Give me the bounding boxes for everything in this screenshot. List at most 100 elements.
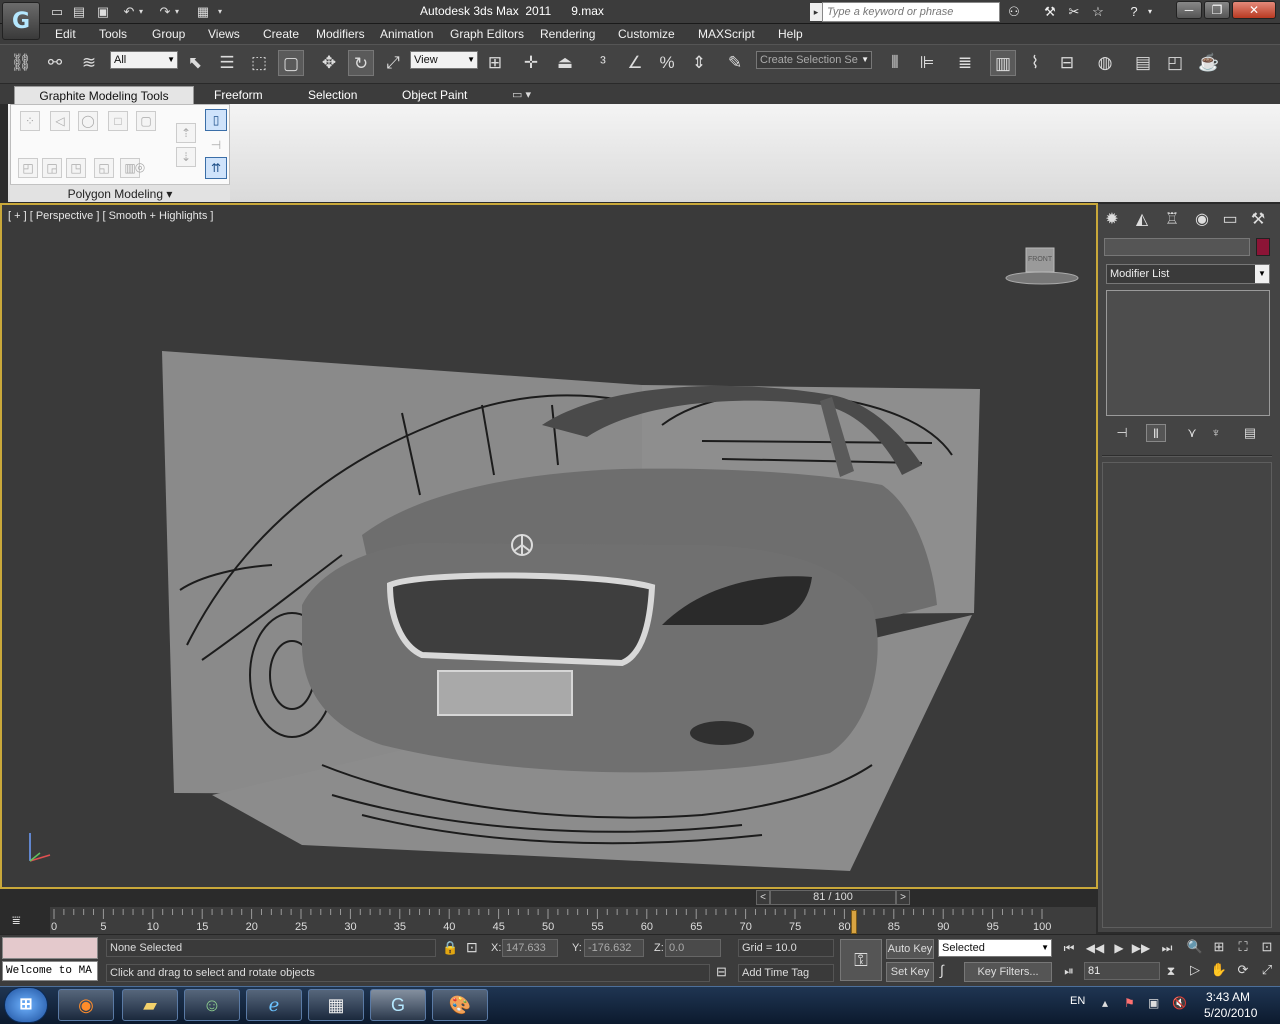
menu-rendering[interactable]: Rendering (540, 27, 595, 41)
undo-dropdown-icon[interactable]: ▾ (136, 3, 146, 21)
utilities-panel-icon[interactable]: ⚒ (1246, 209, 1270, 231)
menu-tools[interactable]: Tools (99, 27, 127, 41)
select-and-link-icon[interactable]: ⛓ (8, 50, 34, 76)
motion-panel-icon[interactable]: ◉ (1190, 209, 1214, 231)
remove-modifier-icon[interactable]: ♆ (1206, 424, 1226, 442)
object-name-field[interactable] (1104, 238, 1250, 256)
vertex-subobject-icon[interactable]: ⁘ (20, 111, 40, 131)
help-dropdown-icon[interactable]: ▾ (1144, 3, 1156, 21)
new-file-icon[interactable]: ▭ (48, 3, 66, 21)
pin-stack-icon[interactable]: ⊣ (206, 135, 226, 155)
pan-view-icon[interactable]: ✋ (1208, 960, 1230, 980)
show-hidden-icons-icon[interactable]: ▴ (1102, 996, 1108, 1010)
collapse-stack-icon[interactable]: ◰ (18, 158, 38, 178)
network-icon[interactable]: ▣ (1148, 996, 1159, 1010)
3dsmax-taskbar-icon[interactable]: G (370, 989, 426, 1021)
start-button[interactable]: ⊞ (4, 987, 48, 1023)
polygon-subobject-icon[interactable]: □ (108, 111, 128, 131)
help-icon[interactable]: ? (1124, 3, 1144, 21)
hierarchy-panel-icon[interactable]: ♖ (1160, 209, 1184, 231)
minimize-button[interactable]: ─ (1176, 1, 1202, 19)
open-file-icon[interactable]: ▤ (70, 3, 88, 21)
use-soft-selection-icon[interactable]: ◱ (94, 158, 114, 178)
maximize-button[interactable]: ❐ (1204, 1, 1230, 19)
tab-freeform[interactable]: Freeform (214, 88, 263, 102)
modify-panel-icon[interactable]: ◭ (1130, 209, 1154, 231)
set-key-icon[interactable]: ⚿ (840, 939, 882, 981)
ignore-backfacing-icon[interactable]: ◳ (66, 158, 86, 178)
zoom-all-icon[interactable]: ⊞ (1208, 937, 1230, 957)
edit-named-selection-icon[interactable]: ✎ (722, 50, 748, 76)
firefox-icon[interactable]: ◉ (58, 989, 114, 1021)
binoculars-icon[interactable]: ⚇ (1004, 3, 1024, 21)
application-button[interactable]: G (2, 2, 40, 40)
object-color-swatch[interactable] (1256, 238, 1270, 256)
snaps-toggle-icon[interactable]: ³ (590, 50, 616, 76)
tab-selection[interactable]: Selection (308, 88, 357, 102)
select-and-scale-icon[interactable]: ⤢ (380, 50, 406, 76)
menu-help[interactable]: Help (778, 27, 803, 41)
clock-date[interactable]: 5/20/2010 (1204, 1006, 1257, 1020)
quickslice-icon[interactable]: ◎ (130, 158, 150, 178)
key-mode-dropdown[interactable]: Selected ▼ (938, 939, 1052, 957)
clock-time[interactable]: 3:43 AM (1206, 990, 1250, 1004)
rendered-frame-window-icon[interactable]: ◰ (1162, 50, 1188, 76)
y-coordinate-field[interactable]: -176.632 (584, 939, 644, 957)
action-center-icon[interactable]: ⚑ (1124, 996, 1135, 1010)
maximize-viewport-icon[interactable]: ⤢ (1256, 960, 1278, 980)
graphite-toggle-icon[interactable]: ▥ (990, 50, 1016, 76)
x-coordinate-field[interactable]: 147.633 (502, 939, 558, 957)
spinner-snap-icon[interactable]: ⇕ (686, 50, 712, 76)
calculator-icon[interactable]: ▦ (308, 989, 364, 1021)
save-file-icon[interactable]: ▣ (94, 3, 112, 21)
border-subobject-icon[interactable]: ◯ (78, 111, 98, 131)
show-end-result-icon[interactable]: Ⅱ (1146, 424, 1166, 442)
render-setup-icon[interactable]: ▤ (1130, 50, 1156, 76)
schematic-view-icon[interactable]: ⊟ (1054, 50, 1080, 76)
select-object-icon[interactable]: ⬉ (182, 50, 208, 76)
current-frame-marker[interactable] (851, 910, 858, 934)
create-panel-icon[interactable]: ✹ (1100, 209, 1124, 231)
time-configuration-icon[interactable]: ⧗ (1160, 962, 1182, 980)
viewcube[interactable]: FRONT (1005, 244, 1079, 285)
menu-group[interactable]: Group (152, 27, 185, 41)
key-filters-button[interactable]: Key Filters... (964, 962, 1052, 982)
perspective-viewport[interactable] (0, 203, 1098, 889)
percent-snap-icon[interactable]: % (654, 50, 680, 76)
subscription-center-icon[interactable]: ⚒ (1040, 3, 1060, 21)
favorites-star-icon[interactable]: ☆ (1088, 3, 1108, 21)
open-mini-curve-editor-icon[interactable]: ⩸ (12, 912, 21, 929)
time-tag-icon[interactable]: ⊟ (716, 964, 727, 980)
messenger-icon[interactable]: ☺ (184, 989, 240, 1021)
quick-access-dropdown-icon[interactable]: ▾ (214, 3, 226, 21)
polygon-modeling-panel-title[interactable]: Polygon Modeling ▾ (10, 184, 230, 202)
tab-object-paint[interactable]: Object Paint (402, 88, 467, 102)
unlink-selection-icon[interactable]: ⚯ (42, 50, 68, 76)
pin-stack-icon[interactable]: ⊣ (1112, 424, 1132, 442)
close-button[interactable]: ✕ (1232, 1, 1276, 19)
selection-lock-icon[interactable]: 🔒 (442, 940, 458, 956)
menu-maxscript[interactable]: MAXScript (698, 27, 755, 41)
explorer-folder-icon[interactable]: ▰ (122, 989, 178, 1021)
toggle-command-panel-icon[interactable]: ◲ (42, 158, 62, 178)
select-and-manipulate-icon[interactable]: ✛ (518, 50, 544, 76)
project-folder-icon[interactable]: ▦ (194, 3, 212, 21)
default-in-out-tangents-icon[interactable]: ∫ (940, 962, 944, 978)
make-unique-icon[interactable]: ⋎ (1182, 424, 1202, 442)
input-language[interactable]: EN (1070, 995, 1085, 1007)
search-input[interactable]: Type a keyword or phrase (822, 2, 1000, 22)
material-editor-icon[interactable]: ◍ (1092, 50, 1118, 76)
search-expand-icon[interactable]: ▸ (810, 3, 822, 21)
time-slider[interactable]: 81 / 100 (770, 890, 896, 905)
modifier-list-dropdown[interactable]: Modifier List ▼ (1106, 264, 1270, 284)
volume-icon[interactable]: 🔇 (1172, 996, 1187, 1010)
align-icon[interactable]: ⊫ (914, 50, 940, 76)
layer-manager-icon[interactable]: ≣ (952, 50, 978, 76)
edge-subobject-icon[interactable]: ◁ (50, 111, 70, 131)
viewport-label[interactable]: [ + ] [ Perspective ] [ Smooth + Highlig… (8, 210, 213, 222)
time-slider-prev-button[interactable]: < (756, 890, 770, 905)
menu-create[interactable]: Create (263, 27, 299, 41)
mirror-icon[interactable]: ⫴ (882, 50, 908, 76)
keyboard-shortcut-override-icon[interactable]: ⏏ (552, 50, 578, 76)
bind-to-space-warp-icon[interactable]: ≋ (76, 50, 102, 76)
